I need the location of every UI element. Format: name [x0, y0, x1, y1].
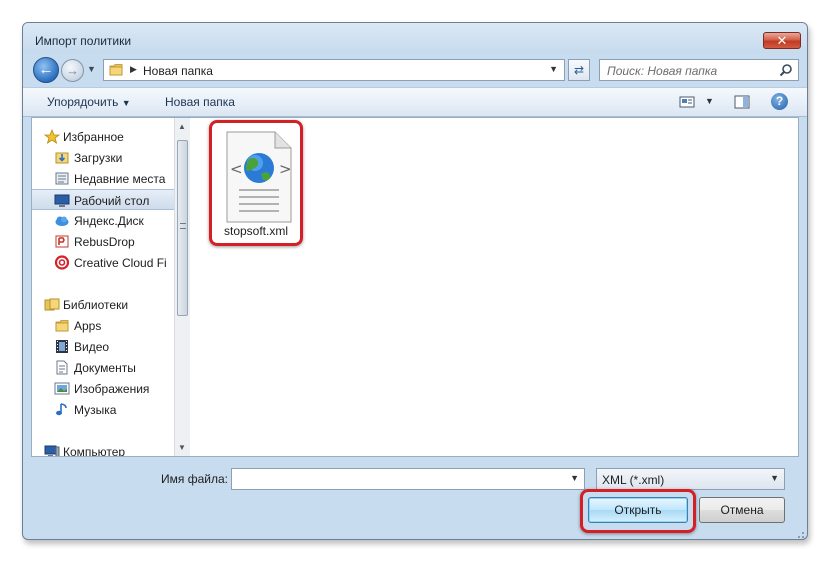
filename-dropdown-icon[interactable]: ▼ [570, 473, 579, 483]
nav-item-rebusdrop[interactable]: RebusDrop [32, 231, 174, 252]
arrow-right-icon: → [66, 63, 79, 78]
nav-item-recent[interactable]: Недавние места [32, 168, 174, 189]
new-folder-button[interactable]: Новая папка [165, 95, 235, 109]
nav-item-label: Видео [74, 340, 110, 354]
filetype-dropdown-icon[interactable]: ▼ [770, 473, 779, 483]
organize-label: Упорядочить [47, 95, 119, 109]
picture-icon [54, 382, 70, 395]
nav-item-video[interactable]: Видео [32, 336, 174, 357]
browser-area: Избранное Загрузки Недавние места Рабочи… [31, 117, 799, 457]
nav-item-label: Creative Cloud Fi [74, 256, 167, 270]
nav-item-label: Apps [74, 319, 102, 333]
file-item[interactable]: < > stopsoft.xml [209, 120, 303, 246]
nav-scrollbar[interactable]: ▲ ▼ [174, 118, 190, 456]
file-name: stopsoft.xml [223, 224, 289, 238]
search-placeholder: Поиск: Новая папка [607, 64, 718, 78]
close-button[interactable]: ✕ [763, 32, 801, 49]
nav-item-desktop[interactable]: Рабочий стол [32, 189, 174, 210]
window-title: Импорт политики [35, 34, 132, 48]
xml-file-icon: < > [226, 131, 292, 223]
chevron-down-icon: ▼ [87, 64, 96, 74]
nav-item-label: Рабочий стол [74, 194, 150, 208]
desktop-icon [54, 194, 70, 207]
document-icon [56, 360, 68, 375]
cancel-button[interactable]: Отмена [699, 497, 785, 523]
nav-libraries[interactable]: Библиотеки [32, 294, 174, 315]
scroll-down-icon[interactable]: ▼ [178, 443, 186, 452]
nav-item-documents[interactable]: Документы [32, 357, 174, 378]
refresh-button[interactable]: ⇄ [568, 59, 590, 81]
search-icon[interactable] [779, 63, 793, 77]
folder-icon [109, 64, 123, 76]
libraries-icon [44, 298, 60, 311]
address-bar[interactable]: ▶ Новая папка ▼ [103, 59, 565, 81]
view-options-icon[interactable] [679, 95, 695, 109]
cloud-icon [55, 216, 69, 226]
refresh-icon: ⇄ [573, 63, 585, 77]
nav-computer[interactable]: Компьютер [32, 441, 174, 456]
nav-item-music[interactable]: Музыка [32, 399, 174, 420]
title-bar[interactable]: Импорт политики ✕ [23, 23, 807, 53]
import-dialog: Импорт политики ✕ ← → ▼ ▶ Новая папка ▼ … [22, 22, 808, 540]
recent-pages-dropdown[interactable]: ▼ [87, 64, 97, 76]
nav-item-apps[interactable]: Apps [32, 315, 174, 336]
nav-item-creative-cloud[interactable]: Creative Cloud Fi [32, 252, 174, 273]
nav-favorites[interactable]: Избранное [32, 126, 174, 147]
nav-item-pictures[interactable]: Изображения [32, 378, 174, 399]
resize-grip-icon[interactable] [795, 529, 805, 539]
file-list: < > stopsoft.xml [191, 118, 798, 456]
breadcrumb-separator-icon[interactable]: ▶ [130, 64, 137, 75]
recent-places-icon [55, 172, 69, 185]
address-row: ← → ▼ ▶ Новая папка ▼ ⇄ Поиск: Новая пап… [23, 55, 807, 85]
star-icon [44, 129, 60, 144]
nav-item-label: Загрузки [74, 151, 123, 165]
nav-item-label: Недавние места [74, 172, 166, 186]
svg-text:>: > [279, 160, 292, 178]
nav-favorites-label: Избранное [63, 130, 124, 144]
address-dropdown-icon[interactable]: ▼ [549, 64, 558, 74]
help-icon[interactable]: ? [771, 93, 788, 110]
search-input[interactable]: Поиск: Новая папка [599, 59, 799, 81]
scroll-up-icon[interactable]: ▲ [178, 122, 186, 131]
filetype-value: XML (*.xml) [602, 473, 665, 487]
creative-cloud-icon [54, 255, 70, 270]
music-note-icon [56, 403, 67, 416]
nav-item-label: Документы [74, 361, 136, 375]
nav-item-downloads[interactable]: Загрузки [32, 147, 174, 168]
command-toolbar: Упорядочить ▼ Новая папка ▼ ? [23, 87, 807, 117]
chevron-down-icon: ▼ [121, 98, 131, 108]
svg-text:<: < [230, 160, 243, 178]
organize-menu[interactable]: Упорядочить ▼ [47, 95, 131, 109]
downloads-folder-icon [55, 152, 69, 164]
forward-button[interactable]: → [61, 59, 84, 82]
filetype-select[interactable]: XML (*.xml) ▼ [596, 468, 785, 490]
nav-item-label: Изображения [74, 382, 150, 396]
navigation-pane: Избранное Загрузки Недавние места Рабочи… [32, 118, 174, 456]
preview-pane-icon[interactable] [734, 95, 750, 109]
nav-item-label: Яндекс.Диск [74, 214, 144, 228]
folder-icon [55, 320, 69, 332]
scroll-thumb[interactable] [177, 140, 188, 316]
dialog-footer: Имя файла: ▼ XML (*.xml) ▼ Открыть Отмен… [23, 459, 807, 539]
breadcrumb-current[interactable]: Новая папка [143, 64, 213, 78]
nav-computer-label: Компьютер [63, 445, 126, 456]
arrow-left-icon: ← [38, 61, 54, 78]
nav-item-yandex-disk[interactable]: Яндекс.Диск [32, 210, 174, 231]
open-button[interactable]: Открыть [588, 497, 688, 523]
nav-libraries-label: Библиотеки [63, 298, 129, 312]
nav-item-label: RebusDrop [74, 235, 135, 249]
rebusdrop-icon [55, 235, 69, 248]
filename-input[interactable]: ▼ [231, 468, 585, 490]
film-icon [56, 340, 68, 353]
nav-item-label: Музыка [74, 403, 117, 417]
filename-label: Имя файла: [161, 472, 228, 486]
view-dropdown-icon[interactable]: ▼ [705, 96, 714, 106]
back-button[interactable]: ← [33, 57, 59, 83]
computer-icon [44, 445, 60, 456]
grip-icon [180, 223, 186, 229]
